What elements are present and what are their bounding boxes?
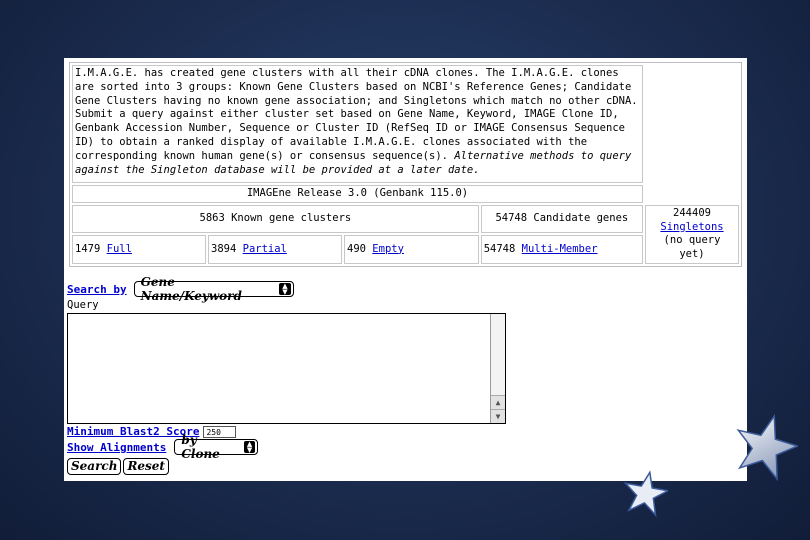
search-by-select[interactable]: Gene Name/Keyword ▲ ▼: [133, 275, 294, 303]
empty-cell: 490 Empty: [344, 235, 479, 264]
info-table: I.M.A.G.E. has created gene clusters wit…: [69, 62, 742, 267]
empty-count: 490: [347, 242, 366, 255]
button-row: Search Reset: [67, 458, 171, 475]
query-textarea[interactable]: ▲ ▼: [67, 313, 506, 424]
multi-member-count: 54748: [483, 242, 516, 255]
scroll-down-icon[interactable]: ▼: [491, 409, 505, 423]
known-clusters-label: 5863 Known gene clusters: [72, 204, 479, 234]
candidate-genes-label: 54748 Candidate genes: [480, 204, 643, 234]
partial-link[interactable]: Partial: [243, 243, 287, 255]
search-by-row: Search by Gene Name/Keyword ▲ ▼: [67, 275, 294, 303]
full-count: 1479: [75, 242, 101, 255]
multi-member-link[interactable]: Multi-Member: [522, 243, 598, 255]
singletons-link[interactable]: Singletons: [660, 221, 723, 233]
alignments-row: Show Alignments by Clone ▲ ▼: [67, 433, 259, 461]
intro-text: I.M.A.G.E. has created gene clusters wit…: [75, 67, 638, 162]
content-panel: I.M.A.G.E. has created gene clusters wit…: [64, 58, 747, 481]
singletons-cell: 244409 Singletons (no query yet): [645, 204, 739, 264]
alignments-value: by Clone: [181, 433, 220, 461]
search-by-value: Gene Name/Keyword: [140, 275, 242, 303]
singletons-note: (no query yet): [663, 234, 721, 261]
multi-member-cell: 54748 Multi-Member: [480, 235, 643, 264]
star-large-icon: [736, 413, 798, 482]
query-label: Query: [67, 299, 99, 311]
scroll-up-icon[interactable]: ▲: [491, 395, 505, 409]
partial-count: 3894: [211, 242, 237, 255]
alignments-select[interactable]: by Clone ▲ ▼: [174, 433, 259, 461]
search-by-link[interactable]: Search by: [67, 283, 127, 296]
intro-cell: I.M.A.G.E. has created gene clusters wit…: [72, 65, 643, 183]
show-alignments-link[interactable]: Show Alignments: [67, 441, 166, 454]
search-button[interactable]: Search: [67, 458, 122, 475]
empty-link[interactable]: Empty: [372, 243, 404, 255]
full-link[interactable]: Full: [107, 243, 132, 255]
reset-button[interactable]: Reset: [123, 458, 169, 475]
partial-cell: 3894 Partial: [208, 235, 342, 264]
textarea-scrollbar[interactable]: ▲ ▼: [490, 314, 505, 423]
full-cell: 1479 Full: [72, 235, 206, 264]
select-arrows-icon: ▲ ▼: [243, 440, 256, 453]
release-cell: IMAGEne Release 3.0 (Genbank 115.0): [72, 185, 643, 203]
star-small-icon: [623, 470, 668, 518]
select-arrows-icon: ▲ ▼: [279, 282, 291, 295]
singletons-count: 244409: [673, 206, 711, 219]
blast-score-link[interactable]: Minimum Blast2 Score: [67, 425, 199, 438]
